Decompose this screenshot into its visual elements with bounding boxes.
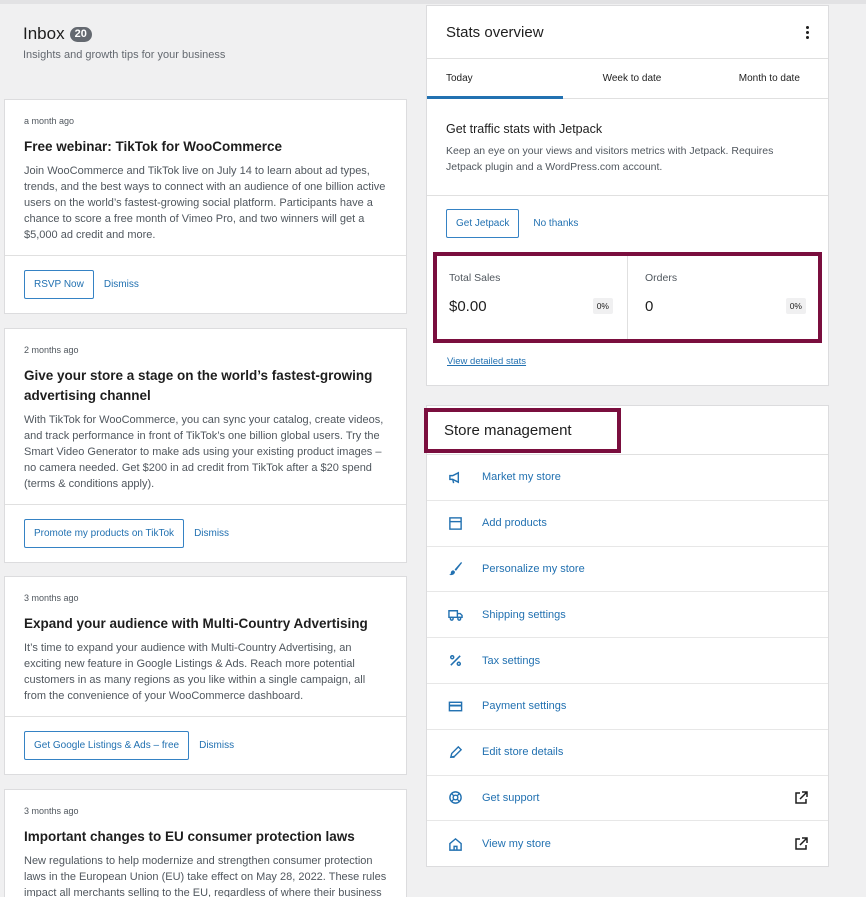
store-item-support[interactable]: Get support xyxy=(427,776,828,822)
inbox-header: Inbox 20 Insights and growth tips for yo… xyxy=(23,24,225,61)
store-item-label: Personalize my store xyxy=(482,562,585,575)
note-body: With TikTok for WooCommerce, you can syn… xyxy=(24,414,384,490)
metric-value: 0 xyxy=(645,298,654,315)
stats-tabs: Today Week to date Month to date xyxy=(427,59,828,99)
store-item-edit-details[interactable]: Edit store details xyxy=(427,730,828,776)
dismiss-link[interactable]: Dismiss xyxy=(199,740,234,751)
get-jetpack-button[interactable]: Get Jetpack xyxy=(446,209,520,238)
inbox-title-row: Inbox 20 xyxy=(23,24,225,44)
store-item-tax[interactable]: Tax settings xyxy=(427,638,828,684)
store-item-label: Get support xyxy=(482,791,540,804)
note-title: Free webinar: TikTok for WooCommerce xyxy=(24,139,283,154)
lifebuoy-icon xyxy=(447,790,463,806)
dismiss-link[interactable]: Dismiss xyxy=(104,279,139,290)
stats-title: Stats overview xyxy=(446,23,544,41)
store-item-label: View my store xyxy=(482,838,551,851)
metric-label: Orders xyxy=(645,272,678,284)
note-body: It’s time to expand your audience with M… xyxy=(24,642,366,702)
no-thanks-link[interactable]: No thanks xyxy=(533,218,578,229)
brush-icon xyxy=(447,561,463,577)
percent-icon xyxy=(447,653,463,669)
store-item-label: Payment settings xyxy=(482,700,567,713)
metric-delta-badge: 0% xyxy=(592,298,613,314)
store-item-label: Market my store xyxy=(482,471,561,484)
metric-total-sales[interactable]: Total Sales $0.00 0% xyxy=(437,256,628,339)
jetpack-title: Get traffic stats with Jetpack xyxy=(446,122,603,136)
note-title: Expand your audience with Multi-Country … xyxy=(24,616,368,631)
top-divider xyxy=(0,0,866,4)
note-date: 2 months ago xyxy=(24,345,79,355)
store-item-label: Add products xyxy=(482,517,547,530)
store-item-label: Tax settings xyxy=(482,654,541,667)
note-date: 3 months ago xyxy=(24,806,79,816)
external-link-icon xyxy=(793,790,809,806)
store-management-title: Store management xyxy=(444,422,572,439)
inbox-note: 2 months ago Give your store a stage on … xyxy=(4,328,407,563)
note-date: a month ago xyxy=(24,116,75,126)
metric-orders[interactable]: Orders 0 0% xyxy=(628,256,818,339)
metric-value: $0.00 xyxy=(449,298,487,315)
note-body: New regulations to help modernize and st… xyxy=(24,855,387,897)
inbox-note: a month ago Free webinar: TikTok for Woo… xyxy=(4,99,407,314)
dismiss-link[interactable]: Dismiss xyxy=(194,528,229,539)
note-title: Important changes to EU consumer protect… xyxy=(24,829,355,844)
external-link-icon xyxy=(793,836,809,852)
truck-icon xyxy=(447,607,463,623)
archive-icon xyxy=(447,515,463,531)
store-management-panel: Store management Market my store Add pro… xyxy=(424,405,829,867)
view-detailed-stats-link[interactable]: View detailed stats xyxy=(447,356,526,367)
pencil-icon xyxy=(447,744,463,760)
stats-overview-panel: Stats overview Today Week to date Month … xyxy=(426,5,829,386)
note-title: Give your store a stage on the world’s f… xyxy=(24,368,373,403)
note-date: 3 months ago xyxy=(24,593,79,603)
home-icon xyxy=(447,836,463,852)
inbox-note: 3 months ago Expand your audience with M… xyxy=(4,576,407,775)
store-item-add-products[interactable]: Add products xyxy=(427,501,828,547)
inbox-title: Inbox xyxy=(23,24,65,43)
megaphone-icon xyxy=(447,469,463,485)
rsvp-now-button[interactable]: RSVP Now xyxy=(24,270,94,299)
jetpack-promo: Get traffic stats with Jetpack Keep an e… xyxy=(427,99,828,196)
store-item-shipping[interactable]: Shipping settings xyxy=(427,592,828,639)
metric-label: Total Sales xyxy=(449,272,501,284)
tab-today[interactable]: Today xyxy=(427,59,564,99)
store-management-highlight: Store management xyxy=(424,408,621,453)
credit-card-icon xyxy=(447,698,463,714)
inbox-note: 3 months ago Important changes to EU con… xyxy=(4,789,407,897)
jetpack-text: Keep an eye on your views and visitors m… xyxy=(446,145,774,173)
metric-delta-badge: 0% xyxy=(785,298,806,314)
tab-week-to-date[interactable]: Week to date xyxy=(563,59,690,98)
tab-month-to-date[interactable]: Month to date xyxy=(691,59,828,98)
store-item-label: Shipping settings xyxy=(482,608,566,621)
store-item-view-store[interactable]: View my store xyxy=(427,821,828,867)
store-item-label: Edit store details xyxy=(482,746,564,759)
get-google-listings-button[interactable]: Get Google Listings & Ads – free xyxy=(24,731,190,760)
metrics-highlight: Total Sales $0.00 0% Orders 0 0% xyxy=(433,252,822,343)
inbox-subtitle: Insights and growth tips for your busine… xyxy=(23,49,226,61)
store-item-market[interactable]: Market my store xyxy=(427,455,828,501)
promote-tiktok-button[interactable]: Promote my products on TikTok xyxy=(24,519,185,548)
store-item-payment[interactable]: Payment settings xyxy=(427,684,828,730)
note-body: Join WooCommerce and TikTok live on July… xyxy=(24,165,386,241)
inbox-count-badge: 20 xyxy=(69,26,92,42)
store-item-personalize[interactable]: Personalize my store xyxy=(427,547,828,593)
more-options-icon[interactable] xyxy=(806,25,809,39)
